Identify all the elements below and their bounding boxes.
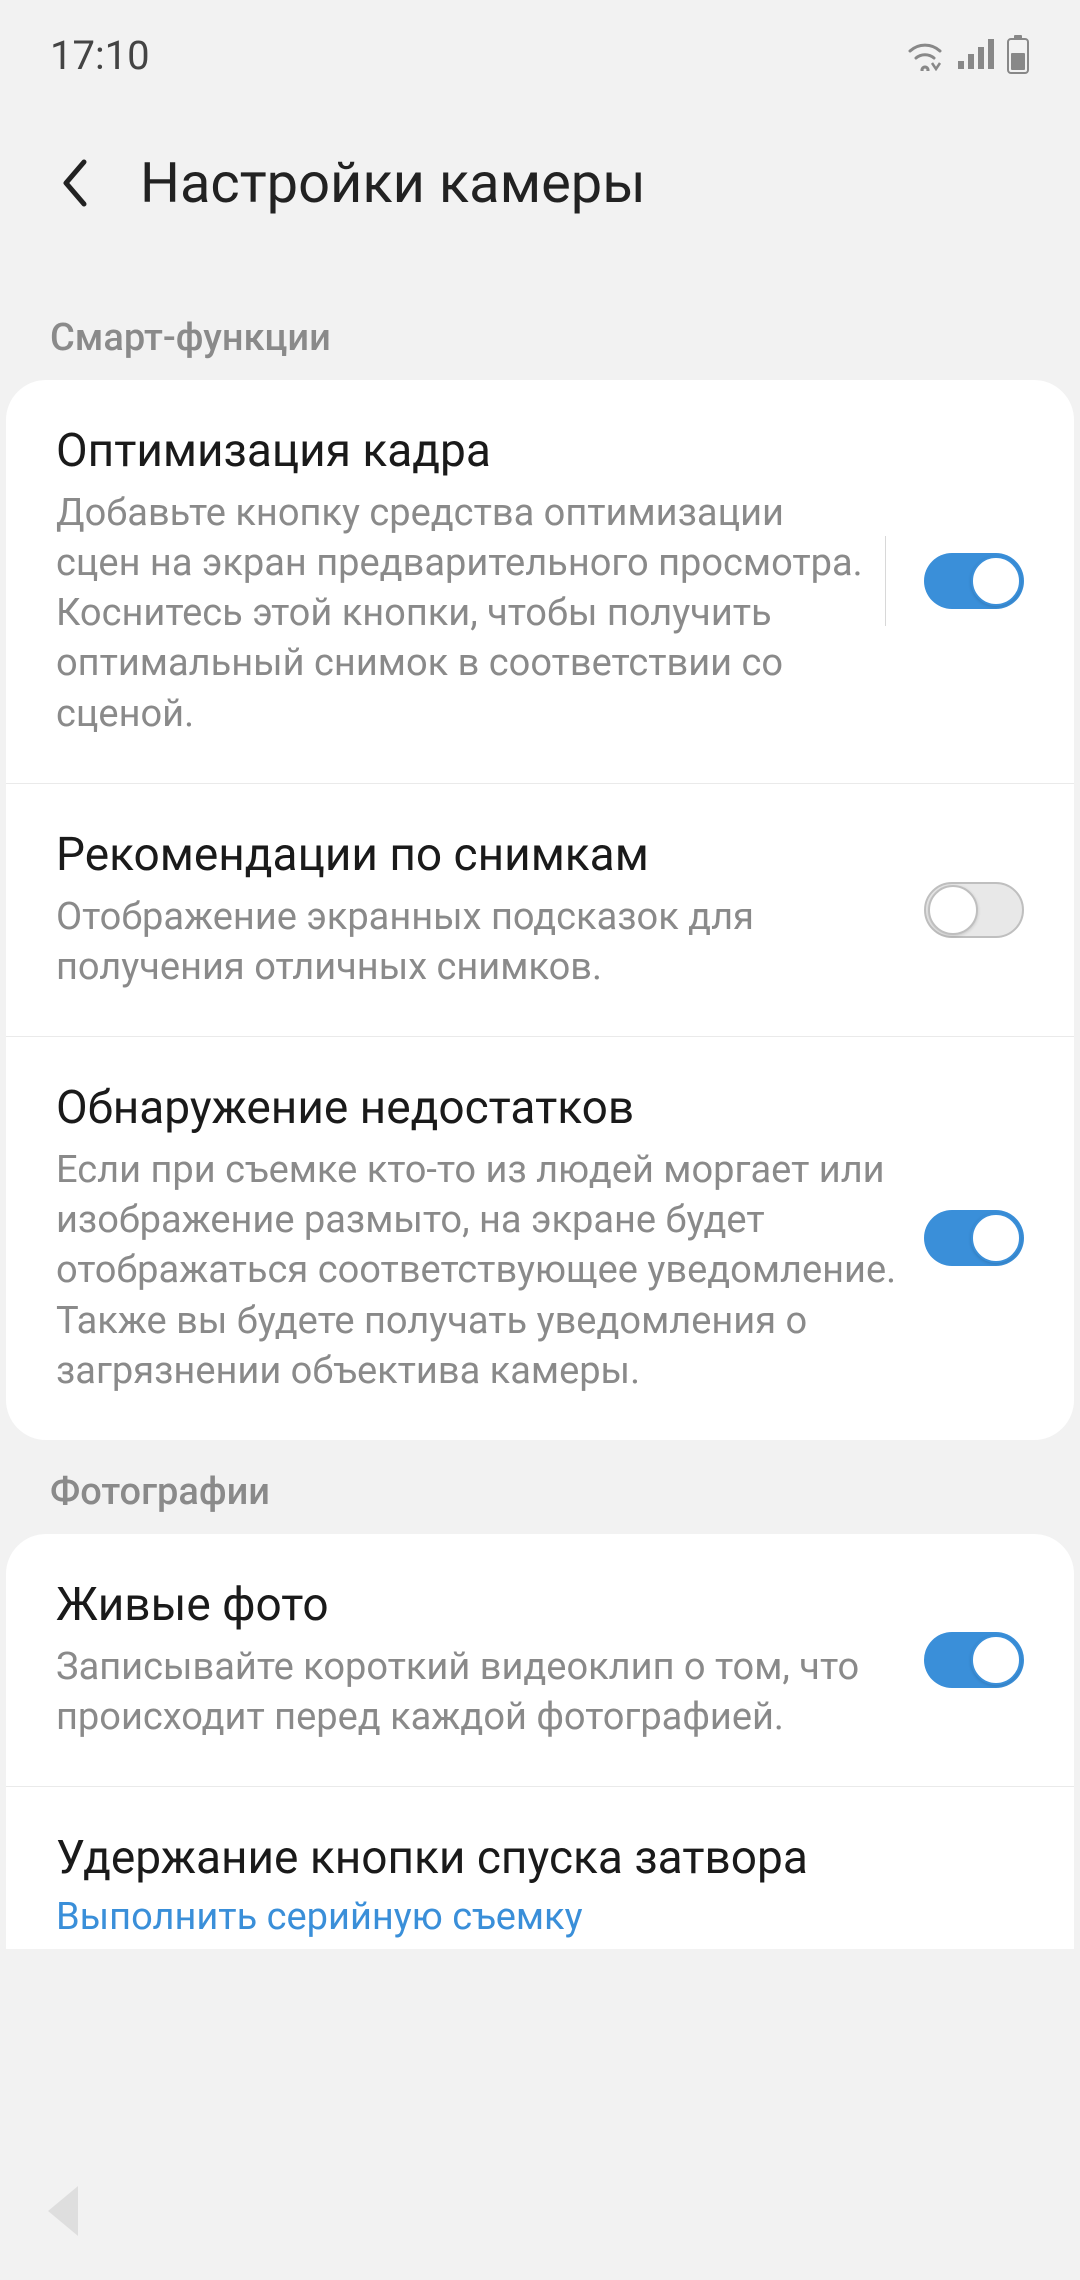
row-control [924, 1210, 1024, 1266]
row-control [924, 882, 1024, 938]
chevron-left-icon [60, 158, 90, 208]
row-title: Оптимизация кадра [56, 424, 865, 478]
card-photos: Живые фото Записывайте короткий видеокли… [6, 1534, 1074, 1949]
row-desc: Добавьте кнопку средства оптимизации сце… [56, 488, 865, 739]
row-shot-suggestions[interactable]: Рекомендации по снимкам Отображение экра… [6, 783, 1074, 1036]
row-live-photos[interactable]: Живые фото Записывайте короткий видеокли… [6, 1534, 1074, 1786]
page-title: Настройки камеры [140, 150, 646, 216]
toggle-flaw-detection[interactable] [924, 1210, 1024, 1266]
header: Настройки камеры [0, 100, 1080, 286]
back-button[interactable] [50, 158, 100, 208]
toggle-scene-optimizer[interactable] [924, 553, 1024, 609]
battery-icon [1006, 35, 1030, 75]
row-scene-optimizer[interactable]: Оптимизация кадра Добавьте кнопку средст… [6, 380, 1074, 783]
signal-icon [958, 39, 994, 71]
status-bar: 17:10 [0, 0, 1080, 100]
wifi-icon [904, 39, 946, 71]
row-desc: Записывайте короткий видеоклип о том, чт… [56, 1642, 904, 1742]
row-desc: Если при съемке кто-то из людей моргает … [56, 1145, 904, 1396]
row-title: Живые фото [56, 1578, 904, 1632]
row-content: Живые фото Записывайте короткий видеокли… [56, 1578, 924, 1742]
status-icons [904, 35, 1030, 75]
section-header-smart: Смарт-функции [0, 286, 1080, 380]
toggle-shot-suggestions[interactable] [924, 882, 1024, 938]
row-control [885, 536, 1024, 626]
toggle-live-photos[interactable] [924, 1632, 1024, 1688]
row-content: Удержание кнопки спуска затвора Выполнит… [56, 1831, 1024, 1939]
divider [885, 536, 886, 626]
row-flaw-detection[interactable]: Обнаружение недостатков Если при съемке … [6, 1036, 1074, 1440]
row-title: Обнаружение недостатков [56, 1081, 904, 1135]
row-title: Рекомендации по снимкам [56, 828, 904, 882]
card-smart-functions: Оптимизация кадра Добавьте кнопку средст… [6, 380, 1074, 1440]
section-header-photos: Фотографии [0, 1440, 1080, 1534]
row-content: Оптимизация кадра Добавьте кнопку средст… [56, 424, 885, 739]
status-time: 17:10 [50, 32, 150, 79]
row-value: Выполнить серийную съемку [56, 1895, 1004, 1939]
row-content: Рекомендации по снимкам Отображение экра… [56, 828, 924, 992]
row-shutter-hold[interactable]: Удержание кнопки спуска затвора Выполнит… [6, 1786, 1074, 1949]
row-control [924, 1632, 1024, 1688]
nav-back-gesture-icon [30, 2176, 100, 2250]
row-title: Удержание кнопки спуска затвора [56, 1831, 1004, 1885]
row-content: Обнаружение недостатков Если при съемке … [56, 1081, 924, 1396]
row-desc: Отображение экранных подсказок для получ… [56, 892, 904, 992]
